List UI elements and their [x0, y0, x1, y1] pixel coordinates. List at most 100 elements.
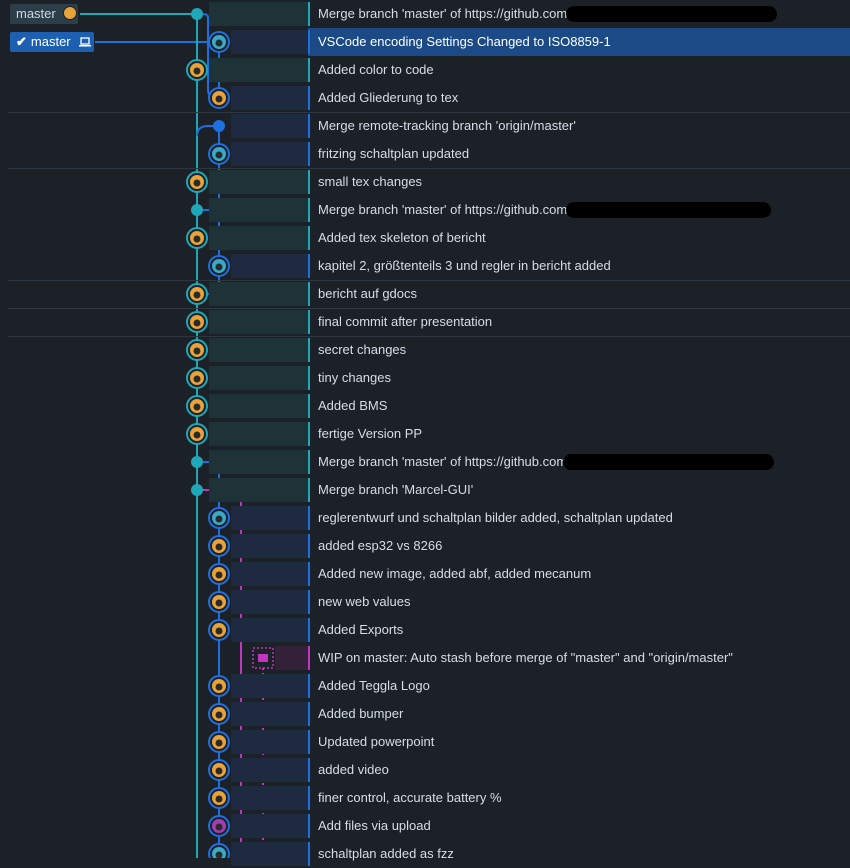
commit-message: tiny changes	[318, 370, 391, 385]
commit-graph: Merge branch 'master' of https://github.…	[0, 0, 850, 866]
redacted-url	[566, 202, 771, 218]
graph-cell-background	[209, 170, 308, 194]
commit-row[interactable]: Updated powerpoint	[0, 728, 850, 756]
lane-color-bar	[308, 562, 310, 586]
lane-color-bar	[308, 226, 310, 250]
commit-row[interactable]: WIP on master: Auto stash before merge o…	[0, 644, 850, 672]
commit-row[interactable]: Merge remote-tracking branch 'origin/mas…	[0, 112, 850, 140]
remote-branch-ref[interactable]: master	[10, 4, 78, 24]
commit-message: Merge branch 'master' of https://github.…	[318, 202, 571, 217]
graph-cell-background	[231, 730, 308, 754]
commit-message-cell	[308, 392, 850, 420]
graph-cell-background	[231, 534, 308, 558]
graph-cell-background	[231, 254, 308, 278]
commit-row[interactable]: added video	[0, 756, 850, 784]
lane-color-bar	[308, 506, 310, 530]
commit-row[interactable]: Merge branch 'Marcel-GUI'	[0, 476, 850, 504]
commit-message: schaltplan added as fzz	[318, 846, 454, 861]
github-avatar-icon	[63, 6, 78, 20]
commit-message: Added tex skeleton of bericht	[318, 230, 486, 245]
graph-cell-background	[275, 646, 308, 670]
lane-color-bar	[308, 758, 310, 782]
local-branch-ref[interactable]: ✔ master	[10, 32, 94, 52]
row-separator	[8, 112, 850, 113]
commit-row[interactable]: Added bumper	[0, 700, 850, 728]
graph-cell-background	[231, 758, 308, 782]
lane-color-bar	[308, 534, 310, 558]
commit-message: WIP on master: Auto stash before merge o…	[318, 650, 733, 665]
commit-message: final commit after presentation	[318, 314, 493, 329]
graph-cell-background	[209, 226, 308, 250]
commit-row[interactable]: finer control, accurate battery %	[0, 784, 850, 812]
commit-message: bericht auf gdocs	[318, 286, 418, 301]
commit-message: small tex changes	[318, 174, 423, 189]
commit-row[interactable]: Added Exports	[0, 616, 850, 644]
commit-message-cell	[308, 756, 850, 784]
lane-color-bar	[308, 786, 310, 810]
commit-row[interactable]: fritzing schaltplan updated	[0, 140, 850, 168]
row-separator	[8, 308, 850, 309]
commit-row[interactable]: reglerentwurf und schaltplan bilder adde…	[0, 504, 850, 532]
commit-row[interactable]: Added color to code	[0, 56, 850, 84]
commit-message: Added BMS	[318, 398, 388, 413]
commit-row[interactable]: Added new image, added abf, added mecanu…	[0, 560, 850, 588]
commit-row[interactable]: final commit after presentation	[0, 308, 850, 336]
commit-row[interactable]: Added Gliederung to tex	[0, 84, 850, 112]
lane-color-bar	[308, 422, 310, 446]
graph-cell-background	[209, 338, 308, 362]
graph-cell-background	[209, 422, 308, 446]
lane-color-bar	[308, 86, 310, 110]
commit-row[interactable]: Add files via upload	[0, 812, 850, 840]
graph-cell-background	[231, 142, 308, 166]
commit-row[interactable]: secret changes	[0, 336, 850, 364]
graph-cell-background	[209, 2, 308, 26]
commit-row[interactable]: new web values	[0, 588, 850, 616]
commit-row[interactable]: small tex changes	[0, 168, 850, 196]
lane-color-bar	[308, 310, 310, 334]
lane-color-bar	[308, 30, 310, 54]
commit-row[interactable]: Added BMS	[0, 392, 850, 420]
lane-color-bar	[308, 394, 310, 418]
lane-color-bar	[308, 590, 310, 614]
graph-cell-background	[209, 282, 308, 306]
local-branch-label: master	[30, 34, 71, 49]
commit-row[interactable]: added esp32 vs 8266	[0, 532, 850, 560]
commit-message: reglerentwurf und schaltplan bilder adde…	[318, 510, 673, 525]
commit-row[interactable]: schaltplan added as fzz	[0, 840, 850, 868]
commit-message: VSCode encoding Settings Changed to ISO8…	[318, 34, 611, 49]
commit-message: Merge branch 'Marcel-GUI'	[318, 482, 474, 497]
lane-color-bar	[308, 366, 310, 390]
commit-row[interactable]: tiny changes	[0, 364, 850, 392]
lane-color-bar	[308, 198, 310, 222]
commit-row[interactable]: Added Teggla Logo	[0, 672, 850, 700]
lane-color-bar	[308, 282, 310, 306]
commit-message: fertige Version PP	[318, 426, 423, 441]
commit-message: Added Exports	[318, 622, 404, 637]
commit-row[interactable]: Added tex skeleton of bericht	[0, 224, 850, 252]
graph-cell-background	[231, 506, 308, 530]
commit-message: Added new image, added abf, added mecanu…	[318, 566, 592, 581]
commit-row[interactable]: VSCode encoding Settings Changed to ISO8…	[0, 28, 850, 56]
graph-cell-background	[231, 30, 308, 54]
graph-cell-background	[231, 114, 308, 138]
laptop-icon	[79, 37, 92, 47]
commit-message: fritzing schaltplan updated	[318, 146, 470, 161]
graph-cell-background	[231, 814, 308, 838]
commit-row[interactable]: bericht auf gdocs	[0, 280, 850, 308]
lane-color-bar	[308, 142, 310, 166]
graph-cell-background	[231, 86, 308, 110]
graph-cell-background	[209, 450, 308, 474]
graph-cell-background	[231, 786, 308, 810]
graph-cell-background	[231, 562, 308, 586]
commit-row[interactable]: kapitel 2, größtenteils 3 und regler in …	[0, 252, 850, 280]
commit-message: Added Teggla Logo	[318, 678, 430, 693]
commit-message: kapitel 2, größtenteils 3 und regler in …	[318, 258, 611, 273]
check-icon: ✔	[16, 34, 27, 49]
lane-color-bar	[308, 478, 310, 502]
lane-color-bar	[308, 702, 310, 726]
lane-color-bar	[308, 814, 310, 838]
commit-row[interactable]: fertige Version PP	[0, 420, 850, 448]
commit-message: added esp32 vs 8266	[318, 538, 443, 553]
graph-cell-background	[209, 198, 308, 222]
commit-message: finer control, accurate battery %	[318, 790, 502, 805]
